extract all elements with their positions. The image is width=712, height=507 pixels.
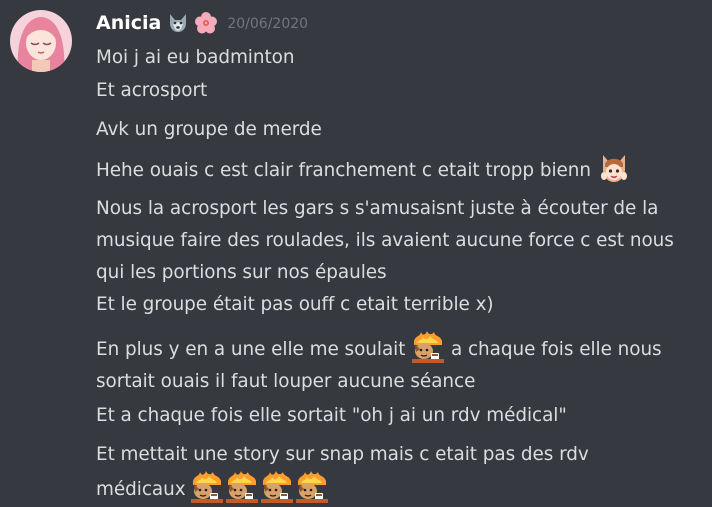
this-is-fine-dog-emoji-icon[interactable] <box>261 471 294 503</box>
message-text: Avk un groupe de merde <box>96 119 322 140</box>
message-text: En plus y en a une elle me soulait <box>96 339 406 360</box>
message-text: sortait ouais il faut louper aucune séan… <box>96 371 476 392</box>
user-avatar[interactable] <box>10 10 72 72</box>
message-line-3: Avk un groupe de merde <box>96 114 322 146</box>
message-timestamp[interactable]: 20/06/2020 <box>227 16 308 32</box>
message-line-4: Hehe ouais c est clair franchement c eta… <box>96 152 631 187</box>
this-is-fine-dog-emoji-icon[interactable] <box>226 471 259 503</box>
message-text: qui les portions sur nos épaules <box>96 262 387 283</box>
message-text: a chaque fois elle nous <box>450 339 662 360</box>
message-text: médicaux <box>96 479 186 500</box>
message-text: Hehe ouais c est clair franchement c eta… <box>96 160 592 181</box>
this-is-fine-dog-emoji-icon[interactable] <box>296 471 329 503</box>
message-text: Moi j ai eu badminton <box>96 47 295 68</box>
message-text: musique faire des roulades, ils avaient … <box>96 230 674 251</box>
this-is-fine-dog-emoji-icon[interactable] <box>191 471 224 503</box>
message-text: Et a chaque fois elle sortait "oh j ai u… <box>96 405 567 426</box>
message-line-7: Et a chaque fois elle sortait "oh j ai u… <box>96 400 567 432</box>
cat-girl-emoji-icon[interactable] <box>598 152 630 184</box>
hibiscus-emoji-icon <box>195 12 218 34</box>
author-name[interactable]: Anicia <box>96 12 161 34</box>
message-header: Anicia 20/06/2020 <box>96 8 308 38</box>
message-block-8: Et mettait une story sur snap mais c eta… <box>96 439 589 506</box>
message-text: Et le groupe était pas ouff c etait terr… <box>96 294 494 315</box>
message-block-6: En plus y en a une elle me soulait a cha… <box>96 331 662 398</box>
message-text: Et mettait une story sur snap mais c eta… <box>96 444 589 465</box>
message-text: Et acrosport <box>96 80 208 101</box>
this-is-fine-dog-emoji-icon[interactable] <box>412 331 445 363</box>
message-text: Nous la acrosport les gars s s'amusaisnt… <box>96 198 659 219</box>
message-line-2: Et acrosport <box>96 75 207 107</box>
message-line-1: Moi j ai eu badminton <box>96 42 294 74</box>
wolf-emoji-icon <box>167 12 189 34</box>
message-block-5: Nous la acrosport les gars s s'amusaisnt… <box>96 193 674 321</box>
